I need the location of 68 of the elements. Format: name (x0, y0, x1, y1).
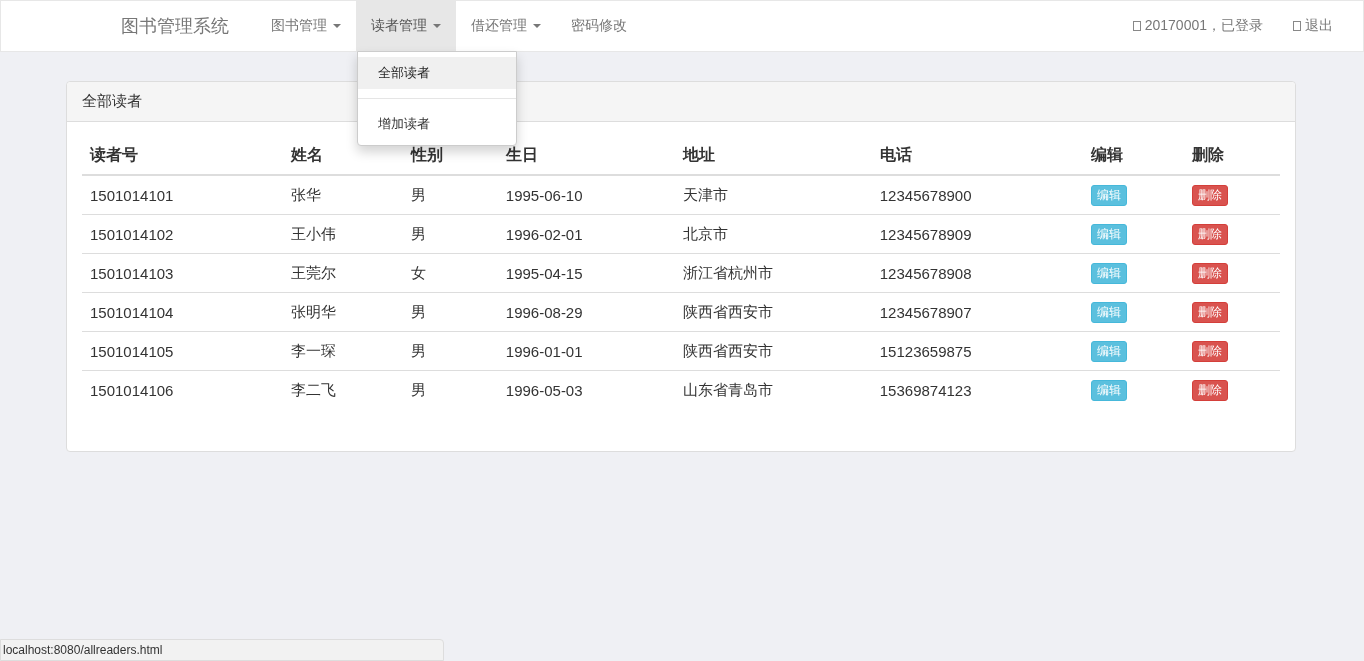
edit-button[interactable]: 编辑 (1090, 184, 1127, 206)
table-cell: 陕西省西安市 (675, 292, 872, 332)
column-header: 编辑 (1082, 137, 1185, 175)
table-cell: 王莞尔 (283, 253, 404, 293)
table-cell: 男 (403, 370, 498, 409)
table-cell: 1501014105 (82, 331, 284, 371)
column-header: 电话 (871, 137, 1083, 175)
nav-menu[interactable]: 借还管理 (456, 1, 556, 51)
dropdown-item[interactable]: 全部读者 (358, 57, 516, 89)
table-cell: 男 (403, 292, 498, 332)
table-cell: 12345678907 (871, 292, 1083, 332)
delete-button[interactable]: 删除 (1192, 340, 1229, 362)
table-cell: 1996-08-29 (497, 292, 676, 332)
delete-button[interactable]: 删除 (1192, 262, 1229, 284)
column-header: 姓名 (283, 137, 404, 175)
column-header: 生日 (497, 137, 676, 175)
delete-button[interactable]: 删除 (1192, 379, 1229, 401)
table-cell: 张明华 (283, 292, 404, 332)
table-cell: 1501014104 (82, 292, 284, 332)
column-header: 读者号 (82, 137, 284, 175)
table-cell: 12345678909 (871, 214, 1083, 254)
edit-button[interactable]: 编辑 (1090, 262, 1127, 284)
edit-button[interactable]: 编辑 (1090, 340, 1127, 362)
table-cell: 男 (403, 331, 498, 371)
table-cell: 1996-02-01 (497, 214, 676, 254)
nav-menu[interactable]: 读者管理 (356, 1, 456, 51)
box-icon (1132, 21, 1141, 31)
column-header: 地址 (675, 137, 872, 175)
delete-button[interactable]: 删除 (1192, 301, 1229, 323)
logout-label: 退出 (1305, 17, 1333, 35)
table-cell: 12345678900 (871, 175, 1083, 215)
delete-button[interactable]: 删除 (1192, 184, 1229, 206)
column-header: 删除 (1184, 137, 1280, 175)
status-url: localhost:8080/allreaders.html (0, 639, 444, 661)
table-cell: 1996-01-01 (497, 331, 676, 371)
table-cell: 山东省青岛市 (675, 370, 872, 409)
box-icon (1293, 21, 1301, 31)
user-status: 20170001，已登录 (1144, 17, 1263, 35)
delete-button[interactable]: 删除 (1192, 223, 1229, 245)
table-cell: 陕西省西安市 (675, 331, 872, 371)
edit-button[interactable]: 编辑 (1090, 223, 1127, 245)
table-cell: 天津市 (675, 175, 872, 215)
logout-link[interactable]: 退出 (1278, 1, 1348, 51)
brand-title[interactable]: 图书管理系统 (121, 1, 229, 51)
table-cell: 男 (403, 175, 498, 215)
table-cell: 1995-06-10 (497, 175, 676, 215)
table-cell: 1501014106 (82, 370, 284, 409)
table-cell: 1501014101 (82, 175, 284, 215)
edit-button[interactable]: 编辑 (1090, 379, 1127, 401)
edit-button[interactable]: 编辑 (1090, 301, 1127, 323)
table-cell: 1501014103 (82, 253, 284, 293)
table-cell: 男 (403, 214, 498, 254)
table-cell: 李一琛 (283, 331, 404, 371)
table-cell: 1501014102 (82, 214, 284, 254)
table-cell: 北京市 (675, 214, 872, 254)
nav-menu[interactable]: 密码修改 (556, 1, 642, 51)
table-cell: 女 (403, 253, 498, 293)
table-cell: 张华 (283, 175, 404, 215)
table-cell: 15123659875 (871, 331, 1083, 371)
table-cell: 李二飞 (283, 370, 404, 409)
table-cell: 王小伟 (283, 214, 404, 254)
nav-menu[interactable]: 图书管理 (256, 1, 356, 51)
table-cell: 1996-05-03 (497, 370, 676, 409)
table-cell: 12345678908 (871, 253, 1083, 293)
table-cell: 浙江省杭州市 (675, 253, 872, 293)
table-cell: 1995-04-15 (497, 253, 676, 293)
table-cell: 15369874123 (871, 370, 1083, 409)
user-link[interactable]: 20170001，已登录 (1117, 1, 1278, 51)
